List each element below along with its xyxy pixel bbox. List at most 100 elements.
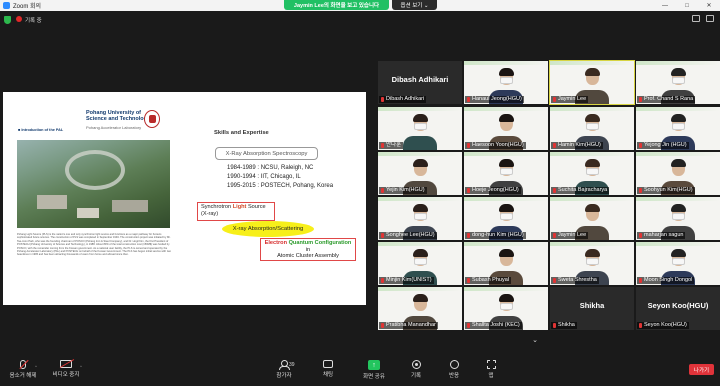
- university-emblem-icon: [144, 110, 160, 128]
- muted-mic-icon: [381, 188, 384, 193]
- virtual-background-banner: [464, 107, 548, 111]
- participant-tile[interactable]: Jaymin Lee: [550, 197, 634, 240]
- participant-display-name: Shikha: [579, 301, 605, 310]
- participant-tile[interactable]: Jaymin Lee: [549, 60, 635, 105]
- participant-name-label: Jaymin Lee: [551, 232, 589, 239]
- participant-tile[interactable]: Hoeje Jeong(HGU): [464, 152, 548, 195]
- recording-indicator[interactable]: 기록 중: [16, 16, 42, 24]
- security-shield-icon[interactable]: [4, 16, 11, 24]
- participant-name-label: Moon Singh Dongol: [637, 277, 695, 284]
- participant-hair: [671, 204, 686, 212]
- participant-tile[interactable]: Suchita Bajracharya: [550, 152, 634, 195]
- muted-mic-icon: [467, 323, 470, 328]
- leave-button[interactable]: 나가기: [689, 364, 714, 375]
- virtual-background-banner: [636, 242, 720, 246]
- university-name: Pohang University of Science and Technol…: [86, 110, 151, 122]
- gallery-next-page-chevron-icon[interactable]: ⌄: [528, 336, 542, 346]
- reactions-button[interactable]: 반응: [434, 360, 474, 379]
- participant-name-label: Yejong Jin (HGU): [637, 142, 689, 149]
- chat-button[interactable]: 채팅: [308, 360, 348, 378]
- virtual-background-banner: [550, 242, 634, 246]
- xray-ellipse: X-ray Absorption/Scattering: [222, 221, 314, 237]
- muted-mic-icon: [553, 188, 556, 193]
- participant-name-label: Songhee Lee(HGU): [379, 232, 437, 239]
- fullscreen-icon[interactable]: [706, 15, 714, 22]
- participant-count: 39: [289, 362, 295, 368]
- aerial-photo: [17, 140, 170, 228]
- participant-tile[interactable]: Prof. Chand S Rana: [636, 61, 720, 104]
- participants-button[interactable]: 참가자: [264, 360, 304, 379]
- virtual-background-banner: [550, 152, 634, 156]
- participant-tile[interactable]: maharjan sagun: [636, 197, 720, 240]
- participant-tile[interactable]: Hanaul Jeong(HGU): [464, 61, 548, 104]
- participant-hair: [499, 204, 514, 212]
- participant-tile[interactable]: Haesoon Yoon(HGU): [464, 107, 548, 150]
- participant-name-label: maharjan sagun: [637, 232, 686, 239]
- zoom-app-icon: [3, 2, 10, 9]
- participant-tile[interactable]: Moon Singh Dongol: [636, 242, 720, 285]
- participant-tile[interactable]: Pratibha Manandhar: [378, 287, 462, 330]
- apps-button[interactable]: 앱: [471, 360, 511, 379]
- participant-body: [403, 136, 437, 150]
- muted-mic-icon: [467, 278, 470, 283]
- maximize-button[interactable]: □: [676, 0, 698, 11]
- participant-tile[interactable]: Shallta Joshi (KEC): [464, 287, 548, 330]
- participant-name-label: 안다훈: [379, 142, 404, 149]
- muted-mic-icon: [467, 188, 470, 193]
- record-button[interactable]: 기록: [396, 360, 436, 379]
- participant-name-label: dong-hun Kim (HGU): [465, 232, 526, 239]
- slide-intro-heading: ■ Introduction of the PAL: [18, 128, 64, 132]
- participant-tile[interactable]: Sweta Shrestha: [550, 242, 634, 285]
- participant-tile[interactable]: Hamin Kim(HGU): [550, 107, 634, 150]
- participant-hair: [499, 294, 514, 302]
- participant-tile[interactable]: Shikha Shikha: [550, 287, 634, 330]
- participant-tile[interactable]: Yejong Jin (HGU): [636, 107, 720, 150]
- face-mask: [500, 303, 513, 310]
- face-mask: [500, 77, 513, 84]
- participant-hair: [585, 114, 600, 122]
- participant-display-name: Seyon Koo(HGU): [647, 301, 709, 310]
- participant-name-label: Yejin Kim(HGU): [379, 187, 427, 194]
- face-mask: [500, 168, 513, 175]
- participant-name-label: Sweta Shrestha: [551, 277, 599, 284]
- face-mask: [672, 77, 685, 84]
- participant-tile[interactable]: dong-hun Kim (HGU): [464, 197, 548, 240]
- virtual-background-banner: [464, 152, 548, 156]
- unmute-button[interactable]: 음소거 해제: [3, 360, 43, 379]
- synchrotron-box: Synchrotron Light Source (X-ray): [197, 202, 275, 221]
- participant-tile[interactable]: Soohyun Kim(HGU): [636, 152, 720, 195]
- face-mask: [672, 213, 685, 220]
- muted-mic-icon: [381, 323, 384, 328]
- view-options-button[interactable]: 옵션 보기 ⌄: [392, 0, 437, 10]
- reactions-icon: [449, 360, 459, 369]
- skills-title: Skills and Expertise: [214, 130, 269, 136]
- participant-tile[interactable]: Dibash Adhikari Dibash Adhikari: [378, 61, 462, 104]
- stop-video-button[interactable]: 비디오 중지: [46, 360, 86, 378]
- video-options-caret-icon[interactable]: ^: [80, 364, 82, 369]
- virtual-background-banner: [550, 61, 634, 65]
- close-button[interactable]: ✕: [698, 0, 720, 11]
- minimize-button[interactable]: —: [654, 0, 676, 11]
- participant-name-label: Subash Phuyal: [465, 277, 511, 284]
- participant-tile[interactable]: 안다훈: [378, 107, 462, 150]
- muted-mic-icon: [381, 97, 384, 102]
- participant-tile[interactable]: Seyon Koo(HGU) Seyon Koo(HGU): [636, 287, 720, 330]
- audio-options-caret-icon[interactable]: ^: [35, 364, 37, 369]
- participant-hair: [585, 204, 600, 212]
- participant-hair: [671, 68, 686, 76]
- xas-box: X-Ray Absorption Spectroscopy: [215, 147, 318, 160]
- share-screen-button[interactable]: ↑ 화면 공유: [354, 360, 394, 380]
- virtual-background-banner: [464, 287, 548, 291]
- participant-tile[interactable]: Minjin Kim(UNIST): [378, 242, 462, 285]
- face-mask: [414, 123, 427, 130]
- participant-tile[interactable]: Subash Phuyal: [464, 242, 548, 285]
- muted-mic-icon: [639, 188, 642, 193]
- virtual-background-banner: [550, 107, 634, 111]
- participant-display-name: Dibash Adhikari: [391, 75, 449, 84]
- face-mask: [586, 258, 599, 265]
- participant-hair: [413, 159, 428, 167]
- participant-tile[interactable]: Yejin Kim(HGU): [378, 152, 462, 195]
- participant-tile[interactable]: Songhee Lee(HGU): [378, 197, 462, 240]
- muted-mic-icon: [553, 233, 556, 238]
- gallery-view-icon[interactable]: [692, 15, 700, 22]
